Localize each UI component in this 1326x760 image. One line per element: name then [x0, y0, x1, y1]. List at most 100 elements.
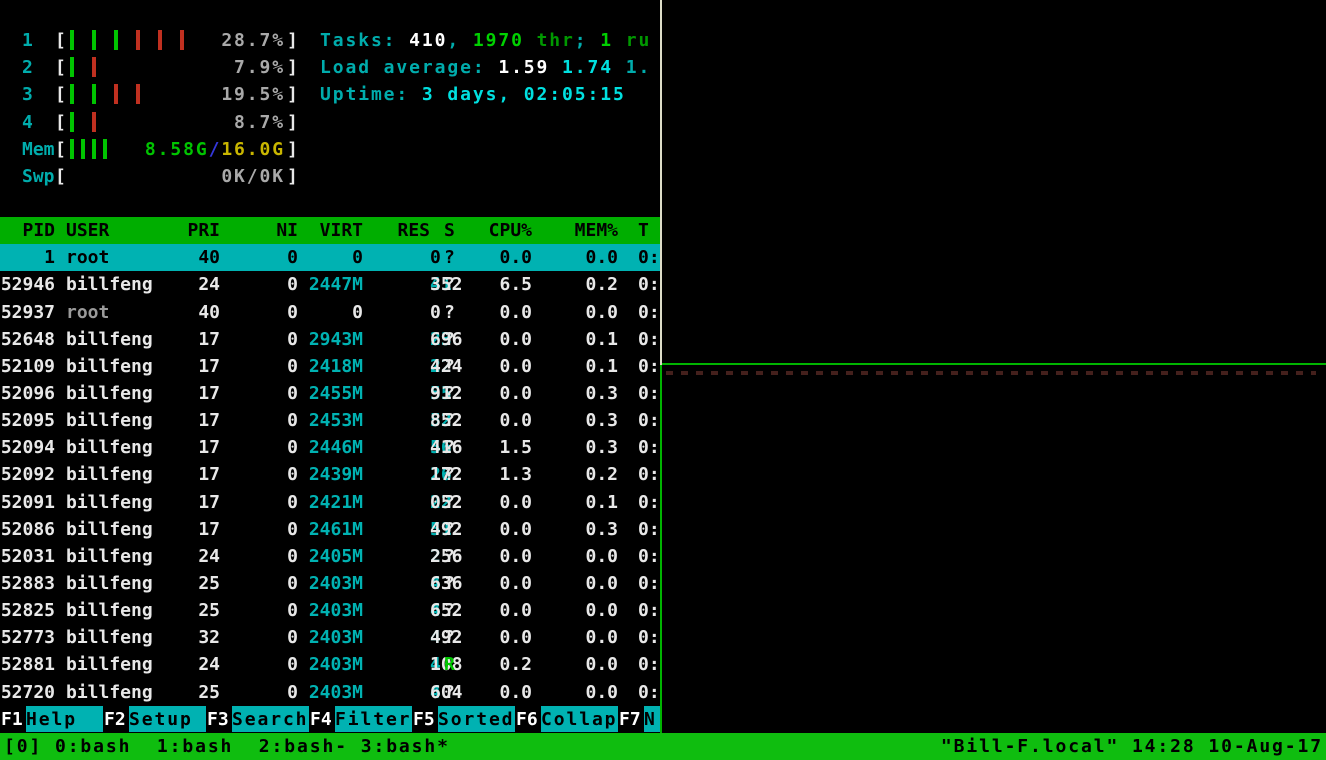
cell-time: 0:	[638, 489, 660, 516]
column-header-ni[interactable]: NI	[240, 217, 298, 244]
cell-pid: 52720	[0, 679, 55, 706]
fkey-f6-collap[interactable]: F6Collap	[515, 706, 618, 732]
meter-close-bracket: ]	[287, 54, 298, 81]
process-row[interactable]: 52825billfeng2502403M4652?0.00.00:	[0, 597, 660, 624]
cell-nice: 0	[240, 543, 298, 570]
meter-bar	[114, 30, 118, 50]
clock-pane[interactable]	[663, 0, 1326, 364]
column-header-pid[interactable]: PID	[0, 217, 55, 244]
process-row[interactable]: 52720billfeng2502403M4604?0.00.00:	[0, 679, 660, 706]
fkey-key: F7	[618, 706, 642, 732]
cell-mem-percent: 0.0	[556, 624, 618, 651]
cell-mem-percent: 0.3	[556, 516, 618, 543]
process-row[interactable]: 52094billfeng1702446M56416?1.50.30:	[0, 434, 660, 461]
meter-open-bracket: [	[55, 109, 66, 136]
cell-nice: 0	[240, 461, 298, 488]
column-header-mem[interactable]: MEM%	[556, 217, 618, 244]
cell-nice: 0	[240, 624, 298, 651]
cell-pid: 52825	[0, 597, 55, 624]
column-header-cpu[interactable]: CPU%	[470, 217, 532, 244]
cell-nice: 0	[240, 434, 298, 461]
process-row[interactable]: 52648billfeng1702943M23696?0.00.10:	[0, 326, 660, 353]
process-row[interactable]: 52946billfeng2402447M41352?6.50.20:	[0, 271, 660, 298]
memory-text: 8.58G/16.0G	[145, 136, 285, 163]
table-header: PIDUSERPRINIVIRTRESSCPU%MEM%T	[0, 217, 660, 244]
tasks-summary: Tasks: 410, 1970 thr; 1 ru	[320, 27, 660, 54]
tasks-summary-segment: Tasks:	[320, 30, 409, 51]
process-row[interactable]: 52031billfeng2402405M2256?0.00.00:	[0, 543, 660, 570]
process-row[interactable]: 52773billfeng3202403M4492?0.00.00:	[0, 624, 660, 651]
meter-close-bracket: ]	[287, 27, 298, 54]
process-row[interactable]: 52092billfeng1702439M26172?1.30.20:	[0, 461, 660, 488]
cell-state: ?	[444, 624, 458, 651]
load-average-segment: 1.74	[562, 57, 626, 78]
cell-mem-percent: 0.0	[556, 651, 618, 678]
terminal-pane[interactable]: ► hostnameBill-F.local► pwd/Users/billfe…	[663, 367, 1326, 732]
process-row[interactable]: 52881billfeng2402403M4108R0.20.00:	[0, 651, 660, 678]
process-row[interactable]: 52109billfeng1702418M22424?0.00.10:	[0, 353, 660, 380]
meter-bar	[92, 112, 96, 132]
process-row[interactable]: 52091billfeng1702421M22052?0.00.10:	[0, 489, 660, 516]
cell-virt: 2453M	[300, 407, 363, 434]
cell-mem-percent: 0.2	[556, 461, 618, 488]
fkey-f3-search[interactable]: F3Search	[206, 706, 309, 732]
cell-pid: 52773	[0, 624, 55, 651]
tmux-window-2[interactable]: 2:bash-	[259, 736, 348, 757]
cell-state: ?	[444, 434, 458, 461]
column-header-res[interactable]: RES	[365, 217, 430, 244]
process-row[interactable]: 52937root40000?0.00.00:	[0, 299, 660, 326]
cell-mem-percent: 0.3	[556, 407, 618, 434]
process-row[interactable]: 52883billfeng2502403M4636?0.00.00:	[0, 570, 660, 597]
cell-state: ?	[444, 380, 458, 407]
fkey-f7-n[interactable]: F7N	[618, 706, 660, 732]
meter-open-bracket: [	[55, 54, 66, 81]
meter-bar	[92, 30, 96, 50]
fkey-f1-help[interactable]: F1Help	[0, 706, 103, 732]
column-header-virt[interactable]: VIRT	[300, 217, 363, 244]
fkey-f4-filter[interactable]: F4Filter	[309, 706, 412, 732]
cell-time: 0:	[638, 299, 660, 326]
cell-cpu-percent: 0.2	[470, 651, 532, 678]
tmux-status-right: "Bill-F.local" 14:28 10-Aug-17	[941, 733, 1323, 760]
cell-pid: 52881	[0, 651, 55, 678]
tmux-status-bar: [0] 0:bash 1:bash 2:bash- 3:bash* "Bill-…	[0, 733, 1326, 760]
cell-priority: 25	[150, 679, 220, 706]
tmux-window-1[interactable]: 1:bash	[157, 736, 246, 757]
cell-pid: 52096	[0, 380, 55, 407]
fkey-label: Collap	[541, 706, 618, 732]
column-header-s[interactable]: S	[444, 217, 458, 244]
meter-open-bracket: [	[55, 27, 66, 54]
cell-pid: 52946	[0, 271, 55, 298]
cell-time: 0:	[638, 353, 660, 380]
cell-virt: 2455M	[300, 380, 363, 407]
cell-pid: 52091	[0, 489, 55, 516]
cell-cpu-percent: 0.0	[470, 380, 532, 407]
cell-priority: 24	[150, 271, 220, 298]
cell-cpu-percent: 0.0	[470, 489, 532, 516]
process-row[interactable]: 52095billfeng1702453M52852?0.00.30:	[0, 407, 660, 434]
cell-virt: 2439M	[300, 461, 363, 488]
column-header-time[interactable]: T	[638, 217, 660, 244]
process-row[interactable]: 52086billfeng1702461M51492?0.00.30:	[0, 516, 660, 543]
tmux-window-0[interactable]: 0:bash	[55, 736, 144, 757]
cell-virt: 0	[300, 244, 363, 271]
fkey-f5-sorted[interactable]: F5Sorted	[412, 706, 515, 732]
meter-label: 2	[22, 54, 58, 81]
cell-res-low: 0	[430, 299, 441, 326]
tasks-summary-segment: 410	[409, 30, 447, 51]
cell-time: 0:	[638, 651, 660, 678]
process-row[interactable]: 52096billfeng1702455M55912?0.00.30:	[0, 380, 660, 407]
pane-divider-vertical-active[interactable]	[660, 365, 662, 733]
pane-divider-horizontal-active[interactable]	[662, 363, 1326, 365]
meter-label: Swp	[22, 163, 58, 190]
column-header-pri[interactable]: PRI	[150, 217, 220, 244]
cell-time: 0:	[638, 380, 660, 407]
process-row[interactable]: 1root40000?0.00.00:	[0, 244, 660, 271]
tmux-window-3[interactable]: 3:bash*	[361, 736, 450, 757]
meter-body: 19.5%	[66, 81, 287, 108]
htop-pane[interactable]: 1[28.7%]2[7.9%]3[19.5%]4[8.7%]Mem[8.58G/…	[0, 0, 660, 732]
pane-divider-vertical[interactable]	[660, 0, 662, 365]
cell-priority: 24	[150, 651, 220, 678]
fkey-f2-setup[interactable]: F2Setup	[103, 706, 206, 732]
cell-cpu-percent: 0.0	[470, 326, 532, 353]
